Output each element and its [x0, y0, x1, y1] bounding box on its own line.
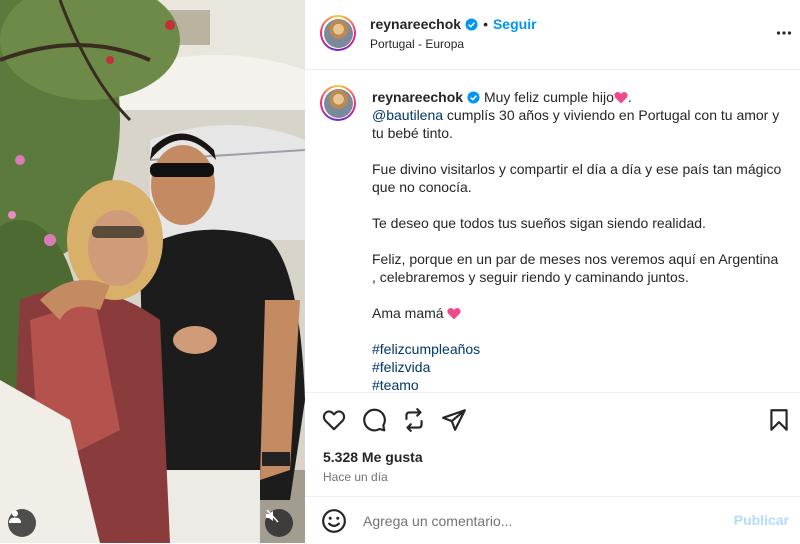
- hashtag-link[interactable]: #felizvida: [372, 358, 782, 376]
- separator-dot: •: [483, 16, 488, 32]
- comment-bar: Publicar: [305, 496, 800, 544]
- bookmark-icon[interactable]: [766, 407, 792, 433]
- photo-illustration: [0, 0, 305, 543]
- hashtag-list: #felizcumpleaños #felizvida #teamo: [372, 340, 782, 392]
- comment-bubble-icon[interactable]: [361, 407, 387, 433]
- heart-outline-icon[interactable]: [321, 407, 347, 433]
- caption-paragraph: Te deseo que todos tus sueños sigan sien…: [372, 215, 706, 231]
- pink-heart-emoji-icon: [614, 92, 628, 104]
- action-bar: [305, 392, 800, 446]
- smiley-icon[interactable]: [321, 508, 347, 534]
- follow-button[interactable]: Seguir: [493, 16, 537, 32]
- caption-intro-end: .: [627, 89, 632, 105]
- verified-badge-icon: [467, 91, 480, 104]
- caption-paragraph: Feliz, porque en un par de meses nos ver…: [372, 251, 779, 285]
- comment-input[interactable]: [361, 509, 725, 533]
- post-side-panel: reynareechok • Seguir Portugal - Europa re…: [305, 0, 800, 543]
- likes-count[interactable]: 5.328 Me gusta: [323, 449, 423, 465]
- caption-line-2: @bautilena cumplís 30 años y viviendo en…: [372, 106, 782, 142]
- hashtag-link[interactable]: #felizcumpleaños: [372, 340, 782, 358]
- caption-first-line: reynareechok Muy feliz cumple hijo.: [372, 88, 782, 106]
- caption-area: reynareechok Muy feliz cumple hijo. @bau…: [305, 70, 800, 392]
- caption-avatar[interactable]: [320, 85, 356, 121]
- caption-text: reynareechok Muy feliz cumple hijo. @bau…: [372, 88, 782, 392]
- caption-intro: Muy feliz cumple hijo: [483, 89, 614, 105]
- tagged-users-button[interactable]: [8, 509, 36, 537]
- more-options-icon[interactable]: [776, 25, 792, 41]
- caption-paragraph: Fue divino visitarlos y compartir el día…: [372, 161, 782, 195]
- post-header: reynareechok • Seguir Portugal - Europa: [305, 0, 800, 70]
- publish-button[interactable]: Publicar: [734, 512, 789, 528]
- mention-link[interactable]: @bautilena: [372, 107, 443, 123]
- caption-username-link[interactable]: reynareechok: [372, 89, 463, 105]
- pink-heart-emoji-icon: [447, 308, 462, 320]
- repost-icon[interactable]: [401, 407, 427, 433]
- username-link[interactable]: reynareechok: [370, 16, 461, 32]
- speaker-muted-icon: [266, 509, 279, 523]
- post-photo[interactable]: [0, 0, 305, 543]
- header-user-line: reynareechok • Seguir: [370, 16, 537, 32]
- mute-button[interactable]: [265, 509, 293, 537]
- hashtag-link[interactable]: #teamo: [372, 376, 782, 392]
- caption-sign-off: Ama mamá: [372, 305, 444, 321]
- caption-sign-off-line: Ama mamá: [372, 304, 782, 322]
- post-timestamp[interactable]: Hace un día: [323, 470, 388, 484]
- location-link[interactable]: Portugal - Europa: [370, 37, 464, 51]
- send-paper-plane-icon[interactable]: [441, 407, 467, 433]
- verified-badge-icon: [465, 18, 478, 31]
- person-icon: [9, 510, 21, 523]
- avatar[interactable]: [320, 15, 356, 51]
